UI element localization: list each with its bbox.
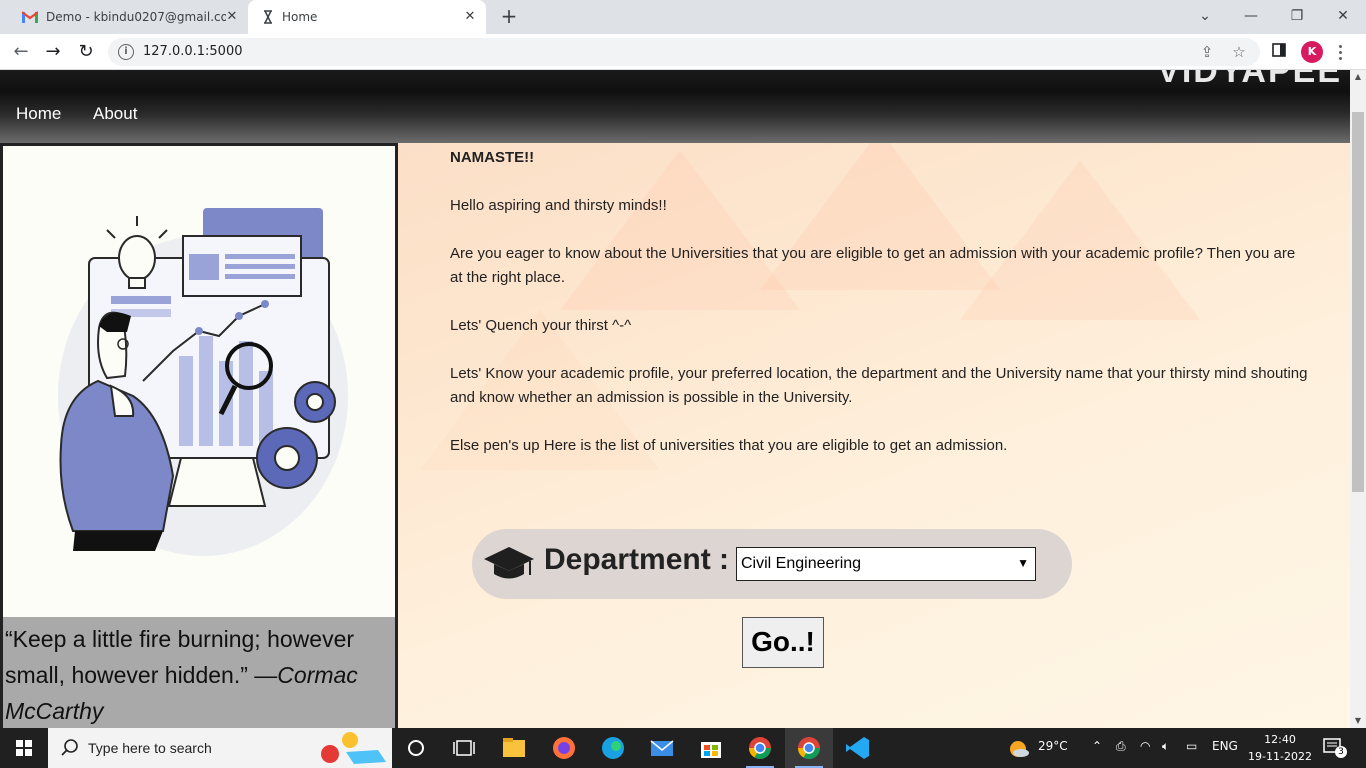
close-tab-icon[interactable]: ✕ [224,9,240,25]
meet-now-icon[interactable]: ⎙ [1116,739,1126,754]
minimize-button[interactable]: — [1238,5,1264,27]
quote-box: “Keep a little fire burning; however sma… [3,617,395,728]
nav-about-link[interactable]: About [93,104,137,124]
edge-button[interactable] [589,728,637,768]
browser-menu-icon[interactable] [1332,41,1348,63]
vscode-button[interactable] [834,728,882,768]
profile-avatar[interactable]: K [1301,41,1323,63]
windows-taskbar: Type here to search 29°C ⌃ ⎙ ◠ 🔈︎ ▭ ENG … [0,728,1366,768]
clock-date: 19-11-2022 [1248,750,1312,763]
site-info-icon[interactable]: i [118,44,134,60]
vscode-icon [846,737,869,759]
battery-icon[interactable]: ▭ [1186,739,1197,753]
thinking-person-illustration [58,208,348,556]
nav-home-link[interactable]: Home [16,104,61,124]
go-button[interactable]: Go..! [742,617,824,668]
site-brand: VIDYAPEE [1157,70,1342,90]
web-page: VIDYAPEE Home About “Keep a little fire … [0,70,1350,728]
search-highlight-icon [321,732,386,764]
clock-time: 12:40 [1264,733,1296,746]
windows-logo-icon [16,740,32,756]
new-tab-button[interactable]: + [498,6,520,28]
taskbar-clock[interactable]: 12:40 19-11-2022 [1248,731,1312,765]
welcome-content: NAMASTE!! Hello aspiring and thirsty min… [450,146,1310,482]
mail-button[interactable] [638,728,686,768]
task-view-button[interactable] [392,728,440,768]
tab-gmail[interactable]: Demo - kbindu0207@gmail.com ✕ [8,0,248,34]
side-panel-icon[interactable] [1268,41,1290,63]
notification-count: 3 [1335,746,1347,758]
url-text: 127.0.0.1:5000 [143,44,243,59]
store-icon [701,742,721,758]
notification-center-button[interactable]: 3 [1322,736,1347,760]
page-scrollbar[interactable]: ▲ ▼ [1350,70,1366,728]
weather-icon [1010,741,1029,757]
taskbar-search[interactable]: Type here to search [48,728,392,768]
search-placeholder: Type here to search [88,740,212,756]
browser-toolbar: ← → ↻ i 127.0.0.1:5000 ⇪ ☆ K [0,34,1366,70]
tab-title: Demo - kbindu0207@gmail.com [46,10,226,24]
tab-title: Home [282,10,318,24]
folder-icon [503,738,525,757]
chevron-down-icon: ▼ [1017,556,1029,570]
site-header: VIDYAPEE Home About [0,70,1350,143]
scrollbar-thumb[interactable] [1352,112,1364,492]
volume-icon[interactable]: 🔈︎ [1162,739,1169,754]
tab-home[interactable]: Home ✕ [248,0,486,34]
mail-icon [650,740,674,756]
page-icon [264,10,272,24]
close-tab-icon[interactable]: ✕ [462,9,478,25]
profile-paragraph: Lets' Know your academic profile, your p… [450,365,1308,406]
firefox-button[interactable] [540,728,588,768]
department-form: Department : Civil Engineering ▼ [472,529,1072,599]
close-window-button[interactable]: ✕ [1330,5,1356,27]
greeting-heading: NAMASTE!! [450,149,535,166]
scroll-down-icon[interactable]: ▼ [1350,714,1366,728]
chrome-button-1[interactable] [736,728,784,768]
bookmark-star-icon[interactable]: ☆ [1230,43,1248,61]
file-explorer-button[interactable] [490,728,538,768]
browser-tab-strip: Demo - kbindu0207@gmail.com ✕ Home ✕ + ⌄… [0,0,1366,34]
task-view-icon [453,740,475,756]
edge-icon [602,737,624,759]
forward-button[interactable]: → [42,41,64,63]
graduation-cap-icon [484,547,534,579]
chevron-up-icon[interactable]: ⌃ [1092,739,1102,753]
scroll-up-icon[interactable]: ▲ [1350,70,1366,84]
address-bar[interactable]: i 127.0.0.1:5000 ⇪ ☆ [108,38,1260,66]
intro-paragraph: Hello aspiring and thirsty minds!! [450,197,667,214]
search-icon [61,739,78,756]
weather-temp[interactable]: 29°C [1038,739,1068,753]
chrome-button-2[interactable] [785,728,833,768]
department-select[interactable]: Civil Engineering ▼ [736,547,1036,581]
task-view-icon-button[interactable] [440,728,488,768]
restore-button[interactable]: ❐ [1284,5,1310,27]
cortana-icon [408,740,424,756]
back-button[interactable]: ← [10,41,32,63]
chrome-icon [749,737,771,759]
quench-paragraph: Lets' Quench your thirst ^-^ [450,317,632,334]
department-selected-value: Civil Engineering [741,555,862,572]
firefox-icon [553,737,575,759]
tab-search-icon[interactable]: ⌄ [1192,5,1218,27]
language-indicator[interactable]: ENG [1212,739,1238,753]
share-icon[interactable]: ⇪ [1198,43,1216,61]
store-button[interactable] [687,728,735,768]
wifi-icon[interactable]: ◠ [1140,739,1150,753]
list-paragraph: Else pen's up Here is the list of univer… [450,437,1008,454]
start-button[interactable] [0,728,48,768]
reload-button[interactable]: ↻ [75,41,97,63]
left-panel: “Keep a little fire burning; however sma… [0,143,398,728]
department-label: Department : [544,543,730,576]
gmail-icon [22,11,38,23]
eligibility-paragraph: Are you eager to know about the Universi… [450,245,1296,286]
chrome-icon [798,737,820,759]
